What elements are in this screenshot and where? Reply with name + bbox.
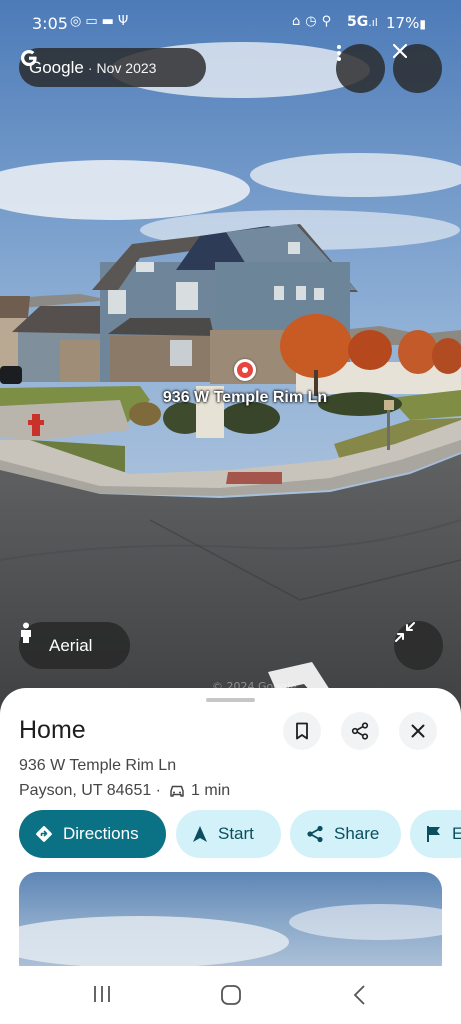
navigation-arrow-icon bbox=[193, 826, 207, 842]
home-icon bbox=[221, 985, 241, 1005]
start-label: Start bbox=[218, 824, 254, 843]
battery-level: 17%▮ bbox=[386, 14, 426, 32]
network-indicator: 5G.ıl bbox=[347, 14, 378, 30]
aerial-button[interactable]: Aerial bbox=[19, 622, 130, 669]
location-pin-icon bbox=[234, 359, 256, 381]
signal-icon: .ıl bbox=[368, 16, 378, 29]
more-action-label: E bbox=[452, 824, 461, 843]
place-city-line: Payson, UT 84651 · 1 min bbox=[19, 782, 231, 799]
aerial-label: Aerial bbox=[49, 635, 93, 655]
chat-icon: ▭ bbox=[85, 14, 102, 29]
share-icon bbox=[351, 722, 369, 740]
place-title: Home bbox=[19, 716, 86, 744]
pegman-icon bbox=[21, 622, 31, 643]
car-icon bbox=[170, 785, 184, 797]
more-action-button[interactable]: E bbox=[410, 810, 461, 858]
share-button[interactable]: Share bbox=[290, 810, 401, 858]
system-navigation-bar bbox=[0, 966, 461, 1024]
home-button[interactable] bbox=[220, 984, 242, 1011]
recent-apps-button[interactable] bbox=[92, 984, 112, 1009]
status-icons: ⌂◷⚲ bbox=[292, 14, 336, 29]
imagery-info-pill[interactable]: Google · Nov 2023 bbox=[19, 48, 206, 87]
recent-apps-icon bbox=[94, 986, 110, 1002]
street-view-image: © 2024 Google bbox=[0, 0, 461, 720]
antenna-icon: Ψ bbox=[117, 14, 133, 29]
directions-button[interactable]: Directions bbox=[19, 810, 166, 858]
share-label: Share bbox=[334, 824, 380, 843]
close-icon bbox=[393, 44, 407, 58]
folder-icon: ▬ bbox=[101, 14, 118, 29]
close-sheet-button[interactable] bbox=[399, 712, 437, 750]
more-options-button[interactable] bbox=[336, 44, 385, 93]
directions-label: Directions bbox=[63, 824, 139, 843]
tag-icon: ⌂ bbox=[292, 14, 306, 29]
start-button[interactable]: Start bbox=[176, 810, 281, 858]
flag-icon bbox=[427, 826, 440, 842]
collapse-arrows-icon bbox=[395, 622, 415, 642]
street-view-panorama[interactable]: © 2024 Google 3:05 ◎▭▬Ψ ⌂◷⚲ 5G.ıl 17%▮ G… bbox=[0, 0, 461, 720]
battery-icon: ▮ bbox=[419, 17, 426, 31]
location-icon: ⚲ bbox=[321, 14, 337, 29]
street-view-address-label: 936 W Temple Rim Ln bbox=[162, 389, 328, 406]
more-vert-icon bbox=[337, 45, 341, 61]
google-logo-icon bbox=[21, 50, 37, 66]
bookmark-icon bbox=[296, 722, 308, 740]
imagery-date: Nov 2023 bbox=[96, 59, 157, 76]
save-button[interactable] bbox=[283, 712, 321, 750]
place-bottom-sheet[interactable]: Home 936 W Temple Rim Ln Payson, UT 8465… bbox=[0, 688, 461, 978]
share-icon-button[interactable] bbox=[341, 712, 379, 750]
collapse-view-button[interactable] bbox=[394, 621, 443, 670]
back-icon bbox=[353, 985, 365, 1005]
alarm-icon: ◷ bbox=[305, 14, 322, 29]
place-city: Payson, UT 84651 bbox=[19, 782, 152, 799]
street-view-preview-image[interactable] bbox=[19, 872, 442, 978]
close-street-view-button[interactable] bbox=[393, 44, 442, 93]
whatsapp-icon: ◎ bbox=[70, 14, 86, 29]
drag-handle[interactable] bbox=[206, 698, 255, 702]
place-address: 936 W Temple Rim Ln bbox=[19, 757, 177, 774]
notification-icons: ◎▭▬Ψ bbox=[70, 14, 132, 29]
share-icon bbox=[307, 825, 323, 843]
preview-image bbox=[19, 904, 442, 968]
close-icon bbox=[411, 724, 425, 738]
status-bar: 3:05 ◎▭▬Ψ ⌂◷⚲ 5G.ıl 17%▮ bbox=[0, 0, 461, 44]
status-time: 3:05 bbox=[32, 14, 68, 33]
back-button[interactable] bbox=[352, 984, 366, 1011]
directions-icon bbox=[36, 826, 52, 842]
travel-time: 1 min bbox=[191, 782, 231, 799]
